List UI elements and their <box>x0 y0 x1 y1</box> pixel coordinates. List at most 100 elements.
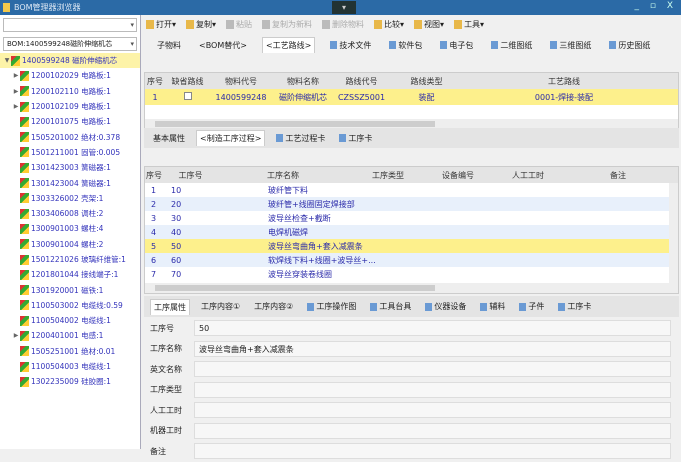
column-header[interactable]: 工序名称 <box>218 170 348 181</box>
table-row[interactable]: 4 40 电焊机磁焊 <box>145 225 678 239</box>
column-header[interactable]: 序号 <box>145 76 165 87</box>
tab-6[interactable]: 二维图纸 <box>488 37 535 53</box>
tree-node[interactable]: 1303326002 壳架:1 <box>0 191 140 206</box>
form-row: 工序名称 波导丝弯曲角+套入减震条 <box>144 339 679 360</box>
tree-node[interactable]: 1302235009 硅胶圈:1 <box>0 374 140 389</box>
search-combo[interactable]: ▾ <box>3 18 137 32</box>
toolbar-button-2[interactable]: 粘贴 <box>226 19 252 30</box>
tab-icon <box>491 41 499 49</box>
expand-icon[interactable]: ▶ <box>12 72 20 79</box>
table-row[interactable]: 3 30 波导丝检查+截断 <box>145 211 678 225</box>
tree-node[interactable]: ▼ 1400599248 磁阶伸缩机芯 <box>0 53 140 69</box>
horizontal-scrollbar[interactable] <box>145 283 678 293</box>
default-route-checkbox[interactable] <box>165 92 210 102</box>
table-row[interactable]: 1 1400599248 磁阶伸缩机芯 CZSSZ5001 装配 0001-焊接-装配 <box>145 89 678 105</box>
tab-0[interactable]: 工序属性 <box>150 298 190 315</box>
column-header[interactable]: 工艺路线 <box>464 76 664 87</box>
tab-3[interactable]: 技术文件 <box>327 37 374 53</box>
field-input[interactable]: 波导丝弯曲角+套入减震条 <box>194 340 671 357</box>
toolbar-button-6[interactable]: 视图▾ <box>414 19 444 30</box>
column-header[interactable]: 设备编号 <box>428 170 488 181</box>
toolbar-button-3[interactable]: 复制为新料 <box>262 19 312 30</box>
tab-8[interactable]: 历史图纸 <box>606 37 653 53</box>
tree-node[interactable]: 1301423003 簧磁器:1 <box>0 160 140 175</box>
field-input[interactable] <box>194 443 671 460</box>
tab-2[interactable]: <工艺路线> <box>261 37 316 53</box>
field-input[interactable] <box>194 381 671 398</box>
tab-5[interactable]: 电子包 <box>437 37 476 53</box>
title-dropdown-button[interactable]: ▾ <box>332 1 356 14</box>
tree-node[interactable]: ▶ 1200102110 电路板:1 <box>0 84 140 99</box>
tree-node[interactable]: 1501211001 固管:0.005 <box>0 145 140 160</box>
collapse-icon[interactable]: ▼ <box>3 57 11 64</box>
window-controls[interactable]: _ ▫ X <box>635 1 678 11</box>
column-header[interactable]: 路线代号 <box>334 76 389 87</box>
tab-5[interactable]: 仪器设备 <box>422 299 469 315</box>
tree-node[interactable]: 1505251001 绝材:0.01 <box>0 344 140 359</box>
table-row[interactable]: 1 10 玻纤管下料 <box>145 183 678 197</box>
toolbar-label: 比较▾ <box>384 20 405 29</box>
tab-7[interactable]: 三维图纸 <box>547 37 594 53</box>
tab-0[interactable]: 基本属性 <box>150 130 188 146</box>
toolbar-icon <box>226 20 235 29</box>
vertical-scrollbar[interactable] <box>669 183 678 283</box>
column-header[interactable]: 物料名称 <box>272 76 334 87</box>
material-icon <box>20 361 29 372</box>
field-input[interactable] <box>194 402 671 419</box>
tab-7[interactable]: 子件 <box>516 299 547 315</box>
toolbar-button-7[interactable]: 工具▾ <box>454 19 484 30</box>
tree-node[interactable]: 1300901004 螺柱:2 <box>0 237 140 252</box>
column-header[interactable]: 工序号 <box>163 170 218 181</box>
tab-8[interactable]: 工序卡 <box>555 299 594 315</box>
toolbar-button-1[interactable]: 复制▾ <box>186 19 216 30</box>
tab-4[interactable]: 软件包 <box>386 37 425 53</box>
tree-node[interactable]: 1201801044 接线端子:1 <box>0 267 140 282</box>
tree-node[interactable]: ▶ 1200401001 电感:1 <box>0 328 140 343</box>
tree-node-label: 1301423003 簧磁器:1 <box>31 163 111 173</box>
field-input[interactable] <box>194 422 671 439</box>
tree-node[interactable]: 1100503002 电缆线:0.59 <box>0 298 140 313</box>
field-input[interactable]: 50 <box>194 320 671 337</box>
column-header[interactable]: 工序类型 <box>348 170 428 181</box>
toolbar-button-0[interactable]: 打开▾ <box>146 19 176 30</box>
column-header[interactable]: 备注 <box>568 170 668 181</box>
field-input[interactable] <box>194 361 671 378</box>
tab-6[interactable]: 辅料 <box>477 299 508 315</box>
tab-4[interactable]: 工具台具 <box>367 299 414 315</box>
tree-node[interactable]: 1301920001 磁铁:1 <box>0 282 140 297</box>
tree-node[interactable]: 1303406008 调柱:2 <box>0 206 140 221</box>
tab-1[interactable]: <BOM替代> <box>196 37 250 53</box>
expand-icon[interactable]: ▶ <box>12 332 20 339</box>
column-header[interactable]: 序号 <box>145 170 163 181</box>
tab-0[interactable]: 子物料 <box>154 37 184 53</box>
tree-node[interactable]: 1501221026 玻璃纤维管:1 <box>0 252 140 267</box>
tab-1[interactable]: <制造工序过程> <box>196 130 266 146</box>
tree-node[interactable]: 1505201002 绝材:0.378 <box>0 129 140 144</box>
column-header[interactable]: 物料代号 <box>210 76 272 87</box>
tab-3[interactable]: 工序操作图 <box>304 299 359 315</box>
toolbar-button-4[interactable]: 删除物料 <box>322 19 364 30</box>
table-row[interactable]: 2 20 玻纤管+线圈固定焊接部 <box>145 197 678 211</box>
tree-node[interactable]: 1301423004 簧磁器:1 <box>0 175 140 190</box>
tab-3[interactable]: 工序卡 <box>336 130 375 146</box>
tab-label: 子件 <box>528 302 545 311</box>
tab-2[interactable]: 工序内容② <box>251 299 296 315</box>
table-row[interactable]: 7 70 波导丝穿装卷线圈 <box>145 267 678 281</box>
table-row[interactable]: 5 50 波导丝弯曲角+套入减震条 <box>145 239 678 253</box>
tree-node[interactable]: 1300901003 螺柱:4 <box>0 221 140 236</box>
column-header[interactable]: 路线类型 <box>389 76 464 87</box>
table-row[interactable]: 6 60 软焊线下料+线圈+波导丝+... <box>145 253 678 267</box>
bom-selector[interactable]: BOM:1400599248磁阶伸缩机芯 ▾ <box>3 37 137 51</box>
tab-1[interactable]: 工序内容① <box>198 299 243 315</box>
column-header[interactable]: 人工工时 <box>488 170 568 181</box>
column-header[interactable]: 缺省路线 <box>165 76 210 87</box>
expand-icon[interactable]: ▶ <box>12 103 20 110</box>
tree-node[interactable]: 1100504003 电缆线:1 <box>0 359 140 374</box>
expand-icon[interactable]: ▶ <box>12 88 20 95</box>
tree-node[interactable]: 1200101075 电路板:1 <box>0 114 140 129</box>
toolbar-button-5[interactable]: 比较▾ <box>374 19 404 30</box>
tab-2[interactable]: 工艺过程卡 <box>273 130 328 146</box>
tree-node[interactable]: 1100504002 电缆线:1 <box>0 313 140 328</box>
tree-node[interactable]: ▶ 1200102109 电路板:1 <box>0 99 140 114</box>
tree-node[interactable]: ▶ 1200102029 电路板:1 <box>0 68 140 83</box>
